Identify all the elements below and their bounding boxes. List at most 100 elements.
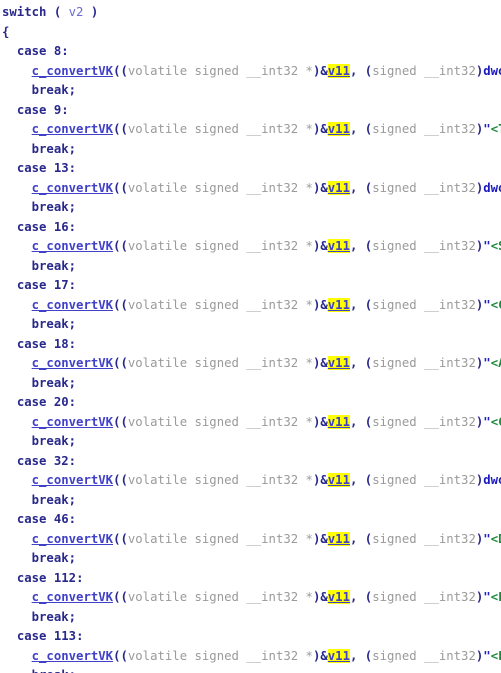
break-indent [2,434,32,448]
call-open-parens: (( [113,648,128,663]
string-literal-value: <DEL> [490,531,501,546]
highlighted-variable-v11[interactable]: v11 [327,63,350,78]
function-name-c-convertvk[interactable]: c_convertVK [32,122,113,136]
code-line-call[interactable]: c_convertVK((volatile signed __int32 *)&… [0,179,501,199]
function-name-c-convertvk[interactable]: c_convertVK [32,181,113,195]
string-open-quote: " [483,648,491,663]
keyword-case: case [16,44,54,58]
break-indent [2,83,32,97]
string-open-quote: " [483,590,491,604]
pseudocode-view[interactable]: switch ( v2 ) { case 8: c_convertVK((vol… [0,0,501,673]
code-line-call[interactable]: c_convertVK((volatile signed __int32 *)&… [0,588,501,608]
code-line-case-label[interactable]: case 17: [0,276,501,296]
code-line-break[interactable]: break; [0,491,501,511]
code-line-case-label[interactable]: case 8: [0,42,501,62]
highlighted-variable-v11[interactable]: v11 [327,180,350,195]
code-line-break[interactable]: break; [0,81,501,101]
highlighted-variable-v11[interactable]: v11 [327,648,350,663]
call-open-parens: (( [113,531,128,546]
case-indent [2,278,17,292]
function-name-c-convertvk[interactable]: c_convertVK [32,239,113,253]
code-line-switch-header[interactable]: switch ( v2 ) [0,3,501,23]
function-name-c-convertvk[interactable]: c_convertVK [32,415,113,429]
code-line-case-label[interactable]: case 16: [0,218,501,238]
code-line-call[interactable]: c_convertVK((volatile signed __int32 *)&… [0,471,501,491]
call-indent [2,415,32,429]
highlighted-variable-v11[interactable]: v11 [327,473,350,487]
call-indent [2,64,32,78]
highlighted-variable-v11[interactable]: v11 [327,531,350,546]
highlighted-variable-v11[interactable]: v11 [327,414,350,429]
call-open-parens: (( [113,63,128,78]
code-line-call[interactable]: c_convertVK((volatile signed __int32 *)&… [0,530,501,550]
code-line-case-label[interactable]: case 13: [0,159,501,179]
code-line-break[interactable]: break; [0,315,501,335]
global-symbol-dword_476ea0[interactable]: dword_476EA0 [483,473,501,487]
case-number: 112 [53,570,77,585]
cast-type-first: volatile signed __int32 * [127,239,313,253]
highlighted-variable-v11[interactable]: v11 [327,297,350,312]
case-colon: : [61,44,69,58]
code-line-case-label[interactable]: case 112: [0,569,501,589]
code-line-call[interactable]: c_convertVK((volatile signed __int32 *)&… [0,296,501,316]
code-line-break[interactable]: break; [0,608,501,628]
call-indent [2,122,32,136]
function-name-c-convertvk[interactable]: c_convertVK [32,473,113,487]
switch-open-paren: ( [46,5,69,19]
code-line-call[interactable]: c_convertVK((volatile signed __int32 *)&… [0,237,501,257]
code-line-break[interactable]: break; [0,432,501,452]
call-indent [2,298,32,312]
code-line-case-label[interactable]: case 32: [0,452,501,472]
argument-separator: , ( [350,180,373,195]
cast-type-second: signed __int32 [372,63,476,78]
code-line-case-label[interactable]: case 9: [0,101,501,121]
function-name-c-convertvk[interactable]: c_convertVK [32,298,113,312]
case-colon: : [76,629,84,643]
function-name-c-convertvk[interactable]: c_convertVK [32,649,113,663]
keyword-break: break; [31,317,77,331]
code-line-call[interactable]: c_convertVK((volatile signed __int32 *)&… [0,62,501,82]
keyword-break: break; [31,375,77,390]
code-line-call[interactable]: c_convertVK((volatile signed __int32 *)&… [0,354,501,374]
highlighted-variable-v11[interactable]: v11 [327,239,350,253]
highlighted-variable-v11[interactable]: v11 [327,356,350,370]
cast-type-first: volatile signed __int32 * [127,590,313,604]
code-line-break[interactable]: break; [0,374,501,394]
argument-separator: , ( [350,473,373,487]
function-name-c-convertvk[interactable]: c_convertVK [32,532,113,546]
function-name-c-convertvk[interactable]: c_convertVK [32,590,113,604]
highlighted-variable-v11[interactable]: v11 [327,122,350,136]
code-line-break[interactable]: break; [0,198,501,218]
string-open-quote: " [483,239,491,253]
code-line-break[interactable]: break; [0,549,501,569]
keyword-break: break; [31,492,77,507]
cast-type-second: signed __int32 [372,297,476,312]
function-name-c-convertvk[interactable]: c_convertVK [32,64,113,78]
code-line-call[interactable]: c_convertVK((volatile signed __int32 *)&… [0,413,501,433]
code-line-break[interactable]: break; [0,666,501,673]
call-open-parens: (( [113,414,128,429]
cast-type-first: volatile signed __int32 * [127,63,313,78]
code-line-case-label[interactable]: case 18: [0,335,501,355]
argument-separator: , ( [350,63,373,78]
cast-type-first: volatile signed __int32 * [127,297,313,312]
code-line-call[interactable]: c_convertVK((volatile signed __int32 *)&… [0,647,501,667]
global-symbol-dword_476e38[interactable]: dword_476E38 [483,64,501,78]
switch-argument[interactable]: v2 [69,5,84,19]
highlighted-variable-v11[interactable]: v11 [327,590,350,604]
code-line-call[interactable]: c_convertVK((volatile signed __int32 *)&… [0,120,501,140]
code-line-case-label[interactable]: case 46: [0,510,501,530]
global-symbol-dword_476e54[interactable]: dword_476E54 [483,181,501,195]
code-line-break[interactable]: break; [0,140,501,160]
function-name-c-convertvk[interactable]: c_convertVK [32,356,113,370]
cast-type-first: volatile signed __int32 * [127,414,313,429]
code-line-break[interactable]: break; [0,257,501,277]
call-open-parens: (( [113,297,128,312]
case-indent [2,629,17,643]
case-colon: : [68,453,77,468]
code-line-case-label[interactable]: case 113: [0,627,501,647]
code-line-case-label[interactable]: case 20: [0,393,501,413]
call-indent [2,356,32,370]
argument-separator: , ( [350,356,373,370]
code-line-open-brace[interactable]: { [0,23,501,43]
